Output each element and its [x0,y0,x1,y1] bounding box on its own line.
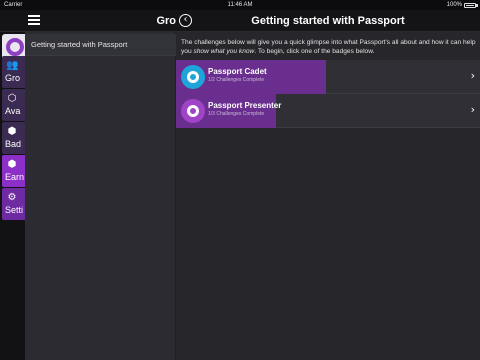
rail-item-label: Bad [5,139,22,149]
battery-icon [464,3,476,8]
rail-item-groups[interactable]: 👥 Gro [2,56,25,88]
badge-name: Passport Presenter [208,101,282,110]
app-header: Gro ‹ Getting started with Passport [0,10,480,32]
chevron-right-icon: › [470,69,475,82]
rail-item-label: Setti [5,205,24,215]
badge-progress-text: 1/2 Challenges Complete [208,77,265,83]
content-panel: The challenges below will give you a qui… [176,32,480,360]
rail-item-settings[interactable]: ⚙ Setti [2,188,25,220]
status-time: 11:46 AM [227,2,253,8]
chevron-right-icon: › [470,103,475,116]
badge-row-passport-presenter[interactable]: Passport Presenter 1/3 Challenges Comple… [176,94,480,128]
badge-row-passport-cadet[interactable]: Passport Cadet 1/2 Challenges Complete › [176,60,480,94]
battery-tip [476,4,478,7]
rail-item-earn[interactable]: ⬢ Earn [2,155,25,187]
badge-name: Passport Cadet [208,67,267,76]
list-item[interactable]: Getting started with Passport [25,34,176,56]
passport-cadet-badge-icon [181,65,205,89]
rail-item-label: Earn [5,172,25,182]
badge-icon: ⬢ [7,126,17,137]
hexagon-icon: ⬡ [7,93,17,104]
people-icon: 👥 [6,60,19,71]
hamburger-menu-icon[interactable] [27,14,41,27]
rail-item-avatar[interactable]: ⬡ Ava [2,89,25,121]
left-rail: 👥 Gro ⬡ Ava ⬢ Bad ⬢ Earn ⚙ Setti [0,32,25,360]
group-title: Gro [156,15,176,27]
status-bar: Carrier 11:46 AM 100% [0,0,480,10]
intro-text: The challenges below will give you a qui… [181,39,476,55]
rail-item-label: Ava [5,106,21,116]
passport-presenter-badge-icon [181,99,205,123]
page-title: Getting started with Passport [251,15,405,27]
hexagon-badge-icon: ⬢ [7,159,17,170]
gears-icon: ⚙ [7,192,17,203]
badge-progress-text: 1/3 Challenges Complete [208,111,265,117]
battery-percent: 100% [446,2,462,8]
rail-item-badges[interactable]: ⬢ Bad [2,122,25,154]
group-list-panel: Getting started with Passport [25,32,176,360]
passport-logo-icon [6,38,24,56]
rail-item-label: Gro [5,73,21,83]
